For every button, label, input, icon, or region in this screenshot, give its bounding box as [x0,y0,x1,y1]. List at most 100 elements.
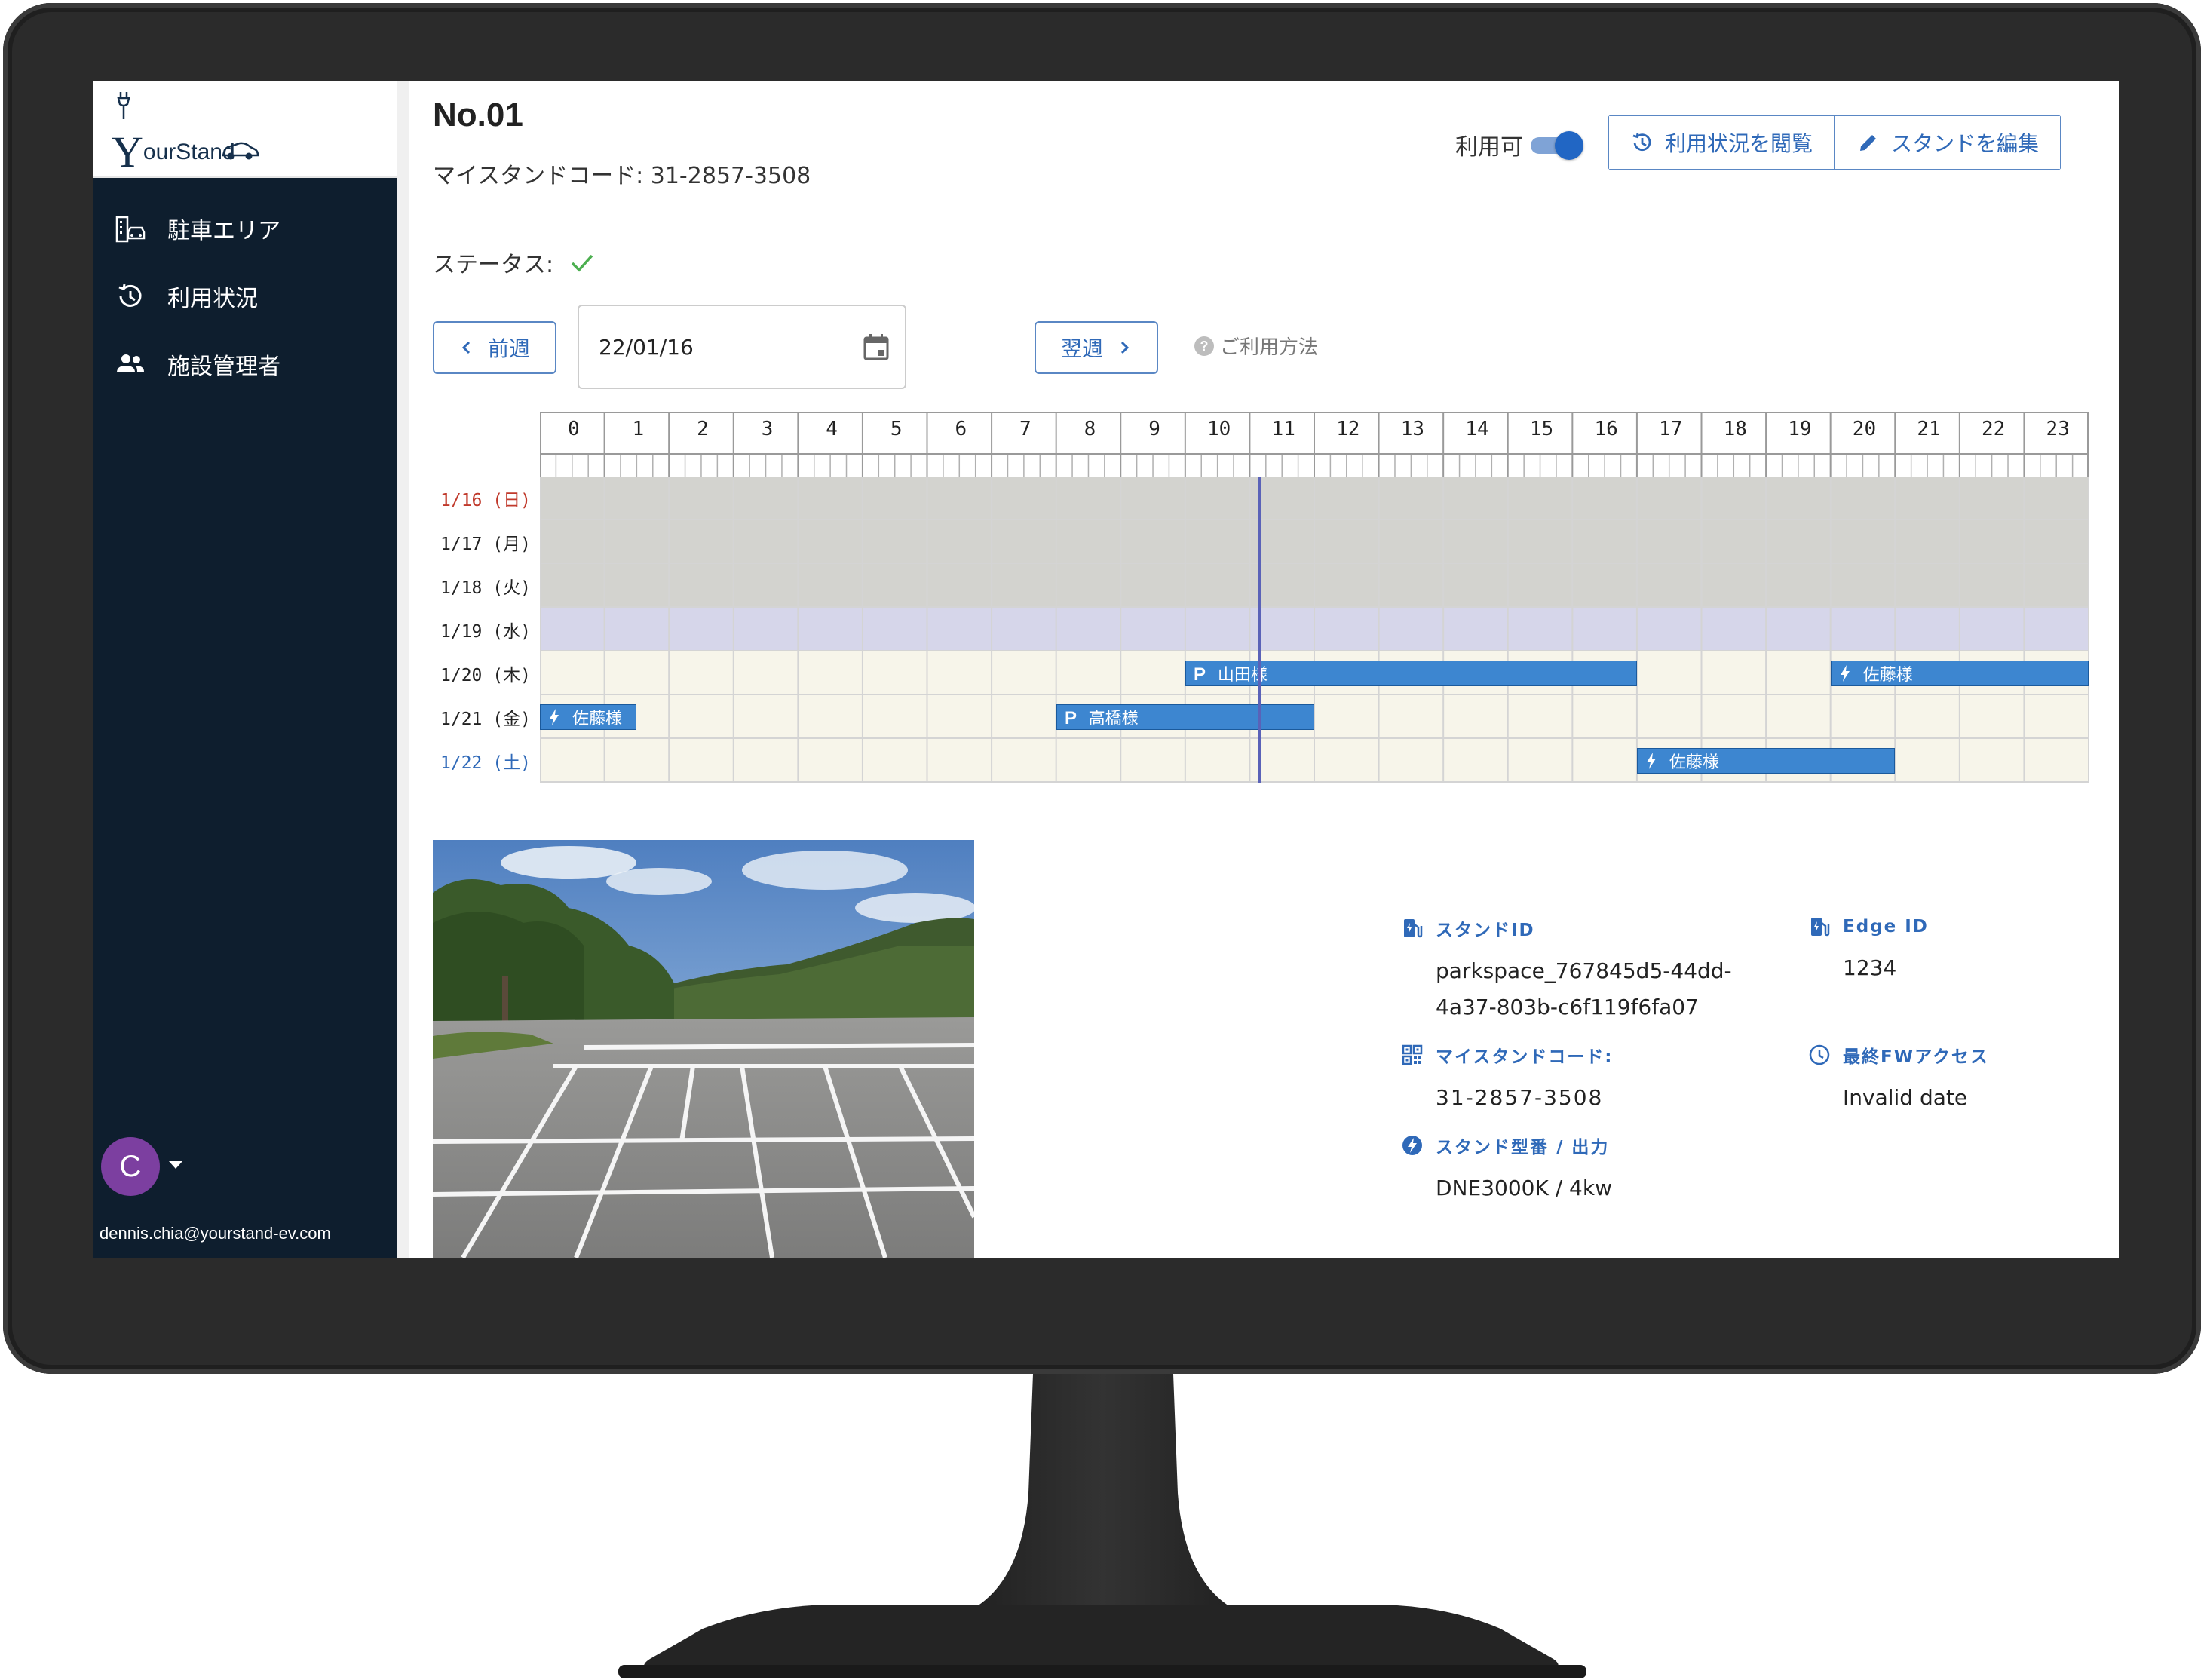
info-last-fw-access: 最終FWアクセス Invalid date [1808,1042,1989,1116]
charging-reservation[interactable]: 佐藤様 [540,704,637,730]
sidebar-item-facility-managers[interactable]: 施設管理者 [93,330,397,398]
hour-label: 23 [2046,418,2070,440]
status-label: ステータス: [433,252,554,278]
parking-reservation[interactable]: P 山田様 [1185,661,1637,686]
view-usage-label: 利用状況を閲覧 [1665,131,1813,156]
fw-label-row: 最終FWアクセス [1808,1042,1989,1068]
check-icon [571,254,593,272]
schedule-grid: 0 1 2 3 4 5 6 7 8 9 10 11 12 13 14 15 16 17 18 19 20 21 22 23 1… [433,412,2089,784]
hour-label: 12 [1336,418,1360,440]
car-icon [222,142,259,160]
sidebar-item-label: 施設管理者 [167,354,280,380]
logo[interactable]: YourStand [93,81,397,178]
day-cell-dividers [540,695,2089,739]
hour-label: 0 [567,418,580,440]
edge-id-label: Edge ID [1843,917,1929,937]
sidebar-item-parking-area[interactable]: 駐車エリア [93,195,397,262]
help-icon: ? [1194,336,1214,356]
hour-label: 1 [632,418,645,440]
day-cells[interactable] [540,477,2089,520]
hour-label: 4 [826,418,838,440]
hour-label: 22 [1981,418,2006,440]
model-label-row: スタンド型番 / 出力 [1401,1133,1612,1158]
day-label: 1/20 (木) [440,666,531,685]
my-code-value: 31-2857-3508 [1436,1085,1604,1110]
hour-label: 8 [1084,418,1096,440]
hour-label: 3 [761,418,774,440]
day-cell-dividers [540,477,2089,520]
next-week-label: 翌週 [1060,336,1103,361]
hour-label: 7 [1019,418,1031,440]
hour-label: 20 [1852,418,1877,440]
charging-reservation[interactable]: 佐藤様 [1636,748,1896,774]
day-label: 1/17 (月) [440,535,531,554]
current-time-line [1258,477,1261,783]
stand-photo [433,840,974,1258]
availability-toggle[interactable] [1531,131,1583,160]
info-my-stand-code: マイスタンドコード: 31-2857-3508 [1401,1042,1614,1116]
fw-label: 最終FWアクセス [1843,1047,1989,1067]
calendar-icon[interactable] [861,332,891,362]
caret-down-icon[interactable] [169,1161,182,1169]
qr-code-icon [1402,1044,1423,1065]
toggle-knob [1555,131,1583,160]
stand-id-value-line-1: parkspace_767845d5-44dd- [1436,958,1732,983]
main-content: No.01 マイスタンドコード: 31-2857-3508 ステータス: 利用可… [409,81,2119,1258]
schedule-rows: 1/16 (日) 1/17 (月) 1/18 (火) 1/19 (水) 1/20 (木)… [433,477,2089,784]
prev-week-button[interactable]: 前週 [433,321,556,374]
bolt-icon [1840,665,1850,682]
hour-label: 5 [890,418,903,440]
availability-label: 利用可 [1455,134,1523,161]
day-label: 1/18 (火) [440,578,531,598]
edit-stand-button[interactable]: スタンドを編集 [1834,116,2061,169]
plug-icon [117,92,130,119]
hour-label: 10 [1206,418,1231,440]
history-icon [1632,133,1651,152]
day-cells[interactable] [540,520,2089,564]
reservation-name: 佐藤様 [1862,666,1913,685]
people-icon [117,354,144,372]
hour-label: 13 [1400,418,1425,440]
hour-label: 9 [1148,418,1160,440]
charging-reservation[interactable]: 佐藤様 [1830,661,2089,686]
bolt-icon [1646,753,1656,769]
parking-lot-image [433,840,974,1258]
day-cell-dividers [540,564,2089,608]
date-input[interactable]: 22/01/16 [578,305,906,389]
view-usage-button[interactable]: 利用状況を閲覧 [1609,116,1835,169]
sidebar-item-usage[interactable]: 利用状況 [93,262,397,330]
chevron-left-icon [461,341,471,354]
info-stand-model: スタンド型番 / 出力 DNE3000K / 4kw [1401,1133,1612,1206]
day-cells[interactable] [540,695,2089,739]
logo-text: YourStand [112,119,235,176]
sidebar-item-label: 利用状況 [167,286,258,312]
avatar[interactable]: C [101,1137,160,1196]
help-link[interactable]: ? ご利用方法 [1193,332,1318,360]
my-code-label: マイスタンドコード: [1436,1047,1614,1067]
fw-value: Invalid date [1843,1085,1968,1110]
day-label: 1/21 (金) [440,710,531,729]
status-line: ステータス: [433,246,596,279]
history-icon [118,284,142,307]
reservation-name: 佐藤様 [1669,753,1719,772]
model-label: スタンド型番 / 出力 [1436,1138,1610,1157]
svg-text:P: P [1194,664,1206,682]
logo-initial: Y [112,127,143,176]
info-stand-id: スタンドID parkspace_767845d5-44dd- 4a37-803… [1401,915,1732,1025]
reservation-name: 高橋様 [1088,710,1139,728]
parking-icon: P [1194,664,1206,682]
parking-reservation[interactable]: P 高橋様 [1056,704,1314,730]
hour-label: 18 [1723,418,1747,440]
edge-id-value: 1234 [1843,955,1897,980]
date-value: 22/01/16 [599,335,694,360]
my-code-label-row: マイスタンドコード: [1401,1042,1614,1068]
day-cells[interactable] [540,608,2089,651]
info-edge-id: Edge ID 1234 [1808,915,1929,986]
stand-id-value: parkspace_767845d5-44dd- 4a37-803b-c6f11… [1436,953,1732,1025]
day-cells[interactable] [540,564,2089,608]
sidebar: YourStand 駐車エリア 利用状況 施設管理者 C dennis.chia… [93,81,397,1258]
day-label: 1/16 (日) [440,491,531,510]
day-cell-dividers [540,608,2089,651]
stand-id-label: スタンドID [1436,921,1535,940]
next-week-button[interactable]: 翌週 [1035,321,1158,374]
